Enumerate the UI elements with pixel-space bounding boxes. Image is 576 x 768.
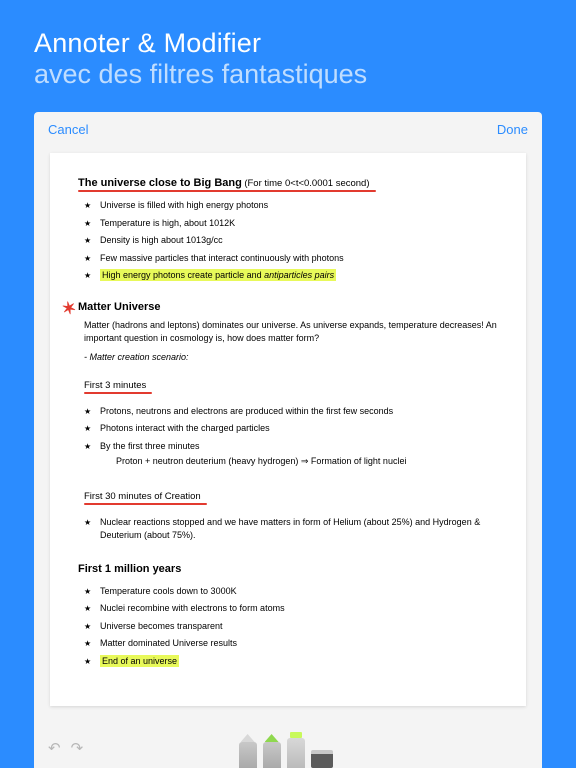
- cancel-button[interactable]: Cancel: [48, 122, 88, 137]
- editor-toolbar: Cancel Done: [34, 112, 542, 145]
- list-item: Protons, neutrons and electrons are prod…: [84, 403, 498, 421]
- document-page: The universe close to Big Bang (For time…: [50, 153, 526, 706]
- highlighter-tool[interactable]: [287, 738, 305, 768]
- promo-title: Annoter & Modifier: [34, 28, 542, 59]
- hand-star-icon: ✶: [60, 297, 78, 320]
- drawing-tools: [239, 728, 333, 768]
- highlight: End of an universe: [100, 655, 179, 667]
- list-item: Temperature cools down to 3000K: [84, 583, 498, 601]
- eraser-tool[interactable]: [311, 750, 333, 768]
- bullet-list-4: Temperature cools down to 3000K Nuclei r…: [84, 583, 498, 671]
- doc-heading-1: The universe close to Big Bang (For time…: [78, 177, 370, 189]
- indent-line: Proton + neutron deuterium (heavy hydrog…: [100, 455, 498, 469]
- bullet-list-1: Universe is filled with high energy phot…: [84, 197, 498, 285]
- matter-paragraph: Matter (hadrons and leptons) dominates o…: [84, 319, 498, 346]
- list-item: Nuclear reactions stopped and we have ma…: [84, 514, 498, 545]
- list-item: Nuclei recombine with electrons to form …: [84, 600, 498, 618]
- pencil-green-tool[interactable]: [263, 742, 281, 768]
- list-item: High energy photons create particle and …: [84, 267, 498, 285]
- doc-heading-2: Matter Universe: [78, 301, 161, 313]
- matter-section: ✶ Matter Universe: [78, 301, 498, 313]
- list-item: Density is high about 1013g/cc: [84, 232, 498, 250]
- list-item: Temperature is high, about 1012K: [84, 215, 498, 233]
- pencil-tool[interactable]: [239, 742, 257, 768]
- doc-heading-3: First 1 million years: [78, 563, 181, 575]
- highlight: High energy photons create particle and …: [100, 269, 336, 281]
- bullet-list-3: Nuclear reactions stopped and we have ma…: [84, 514, 498, 545]
- undo-redo-group: ↶ ↷: [48, 739, 83, 757]
- promo-subtitle: avec des filtres fantastiques: [34, 59, 542, 90]
- undo-button[interactable]: ↶: [48, 739, 61, 757]
- scenario-label: - Matter creation scenario:: [84, 352, 498, 362]
- list-item: Universe is filled with high energy phot…: [84, 197, 498, 215]
- annotate-toolbar: ↶ ↷: [34, 728, 542, 768]
- done-button[interactable]: Done: [497, 122, 528, 137]
- list-item: By the first three minutesProton + neutr…: [84, 438, 498, 471]
- promo-header: Annoter & Modifier avec des filtres fant…: [0, 0, 576, 98]
- heading-sub: (For time 0<t<0.0001 second): [244, 178, 369, 189]
- redo-button[interactable]: ↷: [71, 739, 84, 757]
- bullet-list-2: Protons, neutrons and electrons are prod…: [84, 403, 498, 471]
- subheading-first3: First 3 minutes: [84, 380, 146, 391]
- app-screen: Cancel Done The universe close to Big Ba…: [34, 112, 542, 768]
- list-item: Few massive particles that interact cont…: [84, 250, 498, 268]
- heading-text: The universe close to Big Bang: [78, 177, 242, 189]
- subheading-first30: First 30 minutes of Creation: [84, 491, 201, 502]
- list-item: Photons interact with the charged partic…: [84, 420, 498, 438]
- list-item: End of an universe: [84, 653, 498, 671]
- list-item: Matter dominated Universe results: [84, 635, 498, 653]
- list-item: Universe becomes transparent: [84, 618, 498, 636]
